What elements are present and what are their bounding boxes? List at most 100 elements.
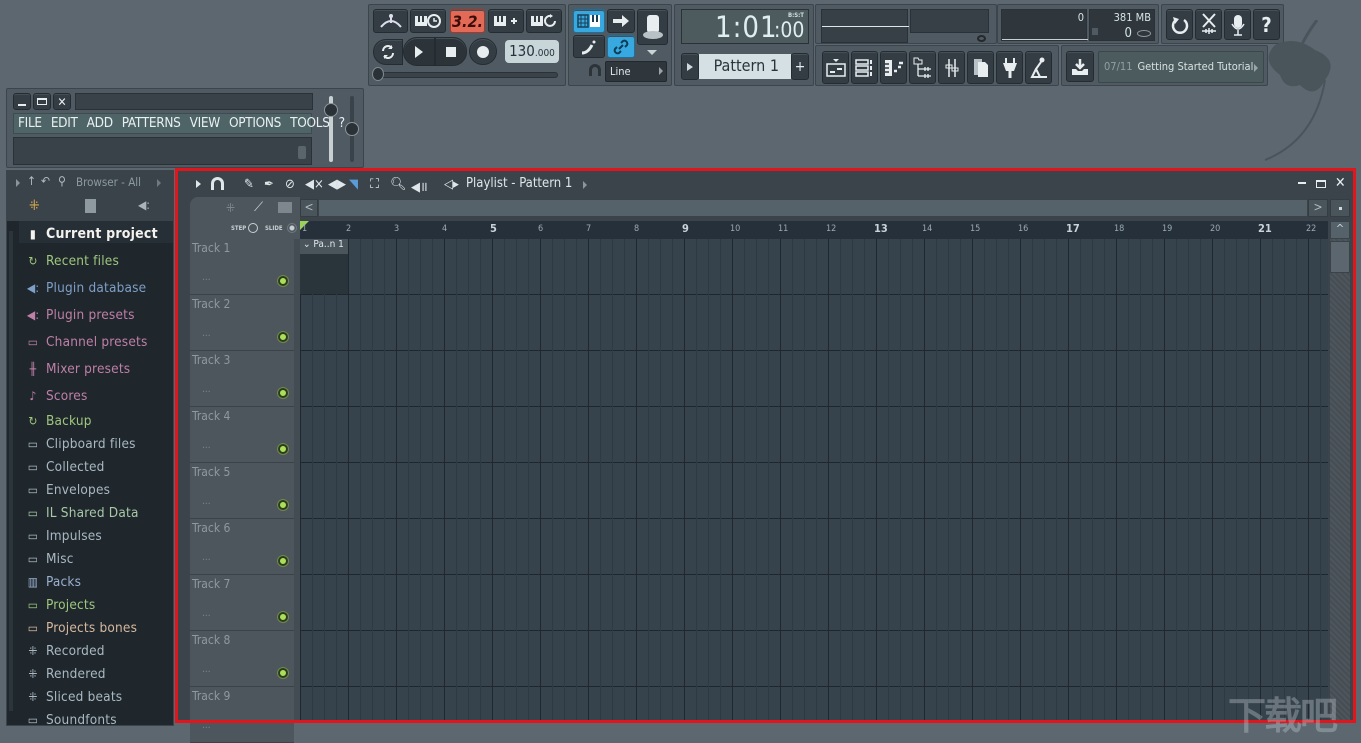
browser-item[interactable]: ▮ Current project <box>25 223 158 245</box>
browser-item[interactable]: ⁜ Sliced beats <box>25 686 122 708</box>
piano-icon[interactable] <box>278 202 292 213</box>
browser-scrollbar[interactable] <box>9 231 13 711</box>
playlist-window-button[interactable] <box>822 51 849 84</box>
clip-header[interactable]: ⌄ Pa..n 1 <box>300 239 348 254</box>
play-button[interactable] <box>403 37 435 66</box>
browser-item[interactable]: ▭ Impulses <box>25 525 102 547</box>
tutorial-link[interactable]: 07/11 Getting Started Tutorial <box>1098 51 1264 83</box>
browser-item[interactable]: ▥ Packs <box>25 571 81 593</box>
browser-item[interactable]: ▭ Projects <box>25 594 95 616</box>
track-mute-led[interactable] <box>278 388 288 398</box>
browser-item[interactable]: ↻ Recent files <box>25 250 119 272</box>
magnet-icon[interactable] <box>211 177 224 190</box>
delete-tool-icon[interactable]: ⊘ <box>285 177 295 192</box>
track-menu[interactable]: ... <box>202 608 211 619</box>
plugin-picker-button[interactable] <box>996 51 1023 84</box>
track-mute-led[interactable] <box>278 556 288 566</box>
stop-button[interactable] <box>435 37 467 66</box>
track-menu[interactable]: ... <box>202 384 211 395</box>
draw-tool-icon[interactable]: ✎ <box>244 177 254 192</box>
touch-controller-button[interactable] <box>1025 51 1052 84</box>
select-tool-icon[interactable]: ⛶ <box>370 177 379 192</box>
waveform-icon[interactable]: ⁜ <box>226 201 235 215</box>
window-maximize-icon[interactable] <box>1316 180 1326 188</box>
step-toggle[interactable] <box>248 223 258 233</box>
browser-item[interactable]: ⁜ Rendered <box>25 663 106 685</box>
browser-plugins-tab[interactable]: ◀: <box>138 198 150 212</box>
pattern-song-toggle[interactable] <box>373 39 403 65</box>
horizontal-scrollbar[interactable] <box>318 199 1308 217</box>
tempo-field[interactable]: 130.000 <box>505 40 559 63</box>
knob-dropdown-icon[interactable] <box>647 50 657 55</box>
automation-icon[interactable]: ⟋ <box>254 200 263 215</box>
track-menu[interactable]: ... <box>202 328 211 339</box>
track-menu[interactable]: ... <box>202 552 211 563</box>
track-menu[interactable]: ... <box>202 720 211 731</box>
scroll-corner-button[interactable] <box>1330 199 1350 217</box>
browser-item[interactable]: ▭ Projects bones <box>25 617 137 639</box>
track-header[interactable]: Track 5... <box>190 463 294 519</box>
browser-item[interactable]: ♪ Scores <box>25 385 88 407</box>
browser-item[interactable]: ▭ Envelopes <box>25 479 110 501</box>
paint-tool-icon[interactable]: ✒ <box>264 177 274 192</box>
menu-tools[interactable]: TOOLS <box>290 115 330 131</box>
track-header[interactable]: Track 2... <box>190 295 294 351</box>
browser-item[interactable]: ▭ Soundfonts <box>25 709 117 731</box>
close-button[interactable]: ✕ <box>53 93 71 110</box>
window-close-icon[interactable]: ✕ <box>1335 175 1346 191</box>
scroll-right-button[interactable]: > <box>1308 199 1328 217</box>
master-pitch-knob[interactable] <box>372 67 384 81</box>
search-icon[interactable]: ⚲ <box>58 174 66 188</box>
wait-for-input-button[interactable] <box>410 9 446 33</box>
browser-waveform-tab[interactable]: ⁜ <box>29 198 40 214</box>
chevron-right-icon[interactable] <box>157 179 161 187</box>
loop-record-button[interactable] <box>526 9 562 33</box>
browser-item[interactable]: ▭ Channel presets <box>25 331 148 353</box>
mute-tool-icon[interactable]: ◀× <box>305 177 324 192</box>
browser-menu-arrow-icon[interactable] <box>16 179 20 187</box>
menu-add[interactable]: ADD <box>87 115 113 131</box>
browser-item[interactable]: ╫ Mixer presets <box>25 358 130 380</box>
window-minimize-icon[interactable] <box>1298 182 1306 184</box>
menu-options[interactable]: OPTIONS <box>229 115 281 131</box>
monitor-toggle-icon[interactable] <box>977 35 986 42</box>
scroll-left-button[interactable]: < <box>300 199 318 217</box>
playlist-menu-arrow-icon[interactable] <box>196 180 201 188</box>
track-mute-led[interactable] <box>278 276 288 286</box>
undo-button[interactable] <box>1166 9 1193 40</box>
add-pattern-button[interactable]: + <box>791 53 809 80</box>
master-volume-handle[interactable] <box>324 103 338 117</box>
browser-item[interactable]: ▭ IL Shared Data <box>25 502 139 524</box>
browser-files-tab[interactable] <box>85 199 96 213</box>
track-header[interactable]: Track 1... <box>190 239 294 295</box>
channel-settings-button[interactable] <box>967 51 994 84</box>
audio-editor-button[interactable] <box>1195 9 1222 40</box>
snap-select[interactable]: Line <box>605 61 667 82</box>
zoom-tool-icon[interactable]: 🔍︎ <box>390 177 407 192</box>
record-button[interactable] <box>469 38 497 65</box>
master-pitch-slider[interactable] <box>376 72 558 78</box>
minimize-button[interactable] <box>13 93 31 110</box>
track-header[interactable]: Track 7... <box>190 575 294 631</box>
track-menu[interactable]: ... <box>202 664 211 675</box>
step-seq-button[interactable] <box>573 35 605 58</box>
browser-item[interactable]: ↻ Backup <box>25 410 92 432</box>
playlist-grid[interactable]: ⌄ Pa..n 1 <box>300 239 1328 721</box>
track-mute-led[interactable] <box>278 332 288 342</box>
undo-icon[interactable]: ↶ <box>41 174 50 188</box>
recording-button[interactable] <box>1224 9 1251 40</box>
browser-item[interactable]: ◀: Plugin database <box>25 277 146 299</box>
track-menu[interactable]: ... <box>202 496 211 507</box>
menu-edit[interactable]: EDIT <box>51 115 78 131</box>
browser-item[interactable]: ◀: Plugin presets <box>25 304 135 326</box>
slide-toggle[interactable] <box>287 223 297 233</box>
track-mute-led[interactable] <box>278 444 288 454</box>
browser-item[interactable]: ▭ Clipboard files <box>25 433 136 455</box>
slice-tool-icon[interactable]: ◥ <box>349 177 358 192</box>
browser-item[interactable]: ▭ Collected <box>25 456 105 478</box>
channel-rack-button[interactable] <box>851 51 878 84</box>
browser-item[interactable]: ⁜ Recorded <box>25 640 105 662</box>
chevron-down-icon[interactable]: ⌄ <box>303 239 313 250</box>
vertical-scrollbar[interactable] <box>1330 239 1350 721</box>
browser-item[interactable]: ▭ Misc <box>25 548 74 570</box>
